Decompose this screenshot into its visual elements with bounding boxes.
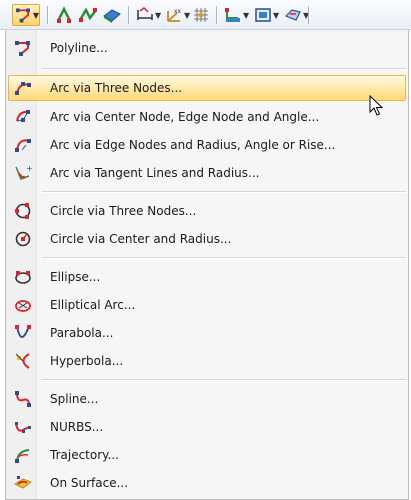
menu-item-trajectory[interactable]: Trajectory... bbox=[8, 442, 406, 468]
menu-separator bbox=[42, 379, 406, 381]
dimension-icon bbox=[137, 7, 153, 20]
menu-item-label: Trajectory... bbox=[50, 448, 119, 462]
menu-item-elliptical-arc[interactable]: Elliptical Arc... bbox=[8, 292, 406, 318]
grid-button[interactable] bbox=[192, 4, 210, 26]
support-icon bbox=[225, 8, 240, 22]
menu-item-label: Arc via Three Nodes... bbox=[50, 81, 183, 95]
menu-item-circle-three-nodes[interactable]: Circle via Three Nodes... bbox=[8, 198, 406, 224]
view-icon bbox=[255, 8, 271, 22]
menu-item-circle-center-radius[interactable]: Circle via Center and Radius... bbox=[8, 226, 406, 252]
chevron-down-icon[interactable]: ▼ bbox=[243, 11, 249, 20]
svg-text:xx: xx bbox=[174, 8, 182, 15]
menu-item-label: Arc via Edge Nodes and Radius, Angle or … bbox=[50, 138, 336, 152]
menu-item-arc-tangent-lines[interactable]: + Arc via Tangent Lines and Radius... bbox=[8, 160, 406, 186]
menu-item-arc-edge-nodes[interactable]: Arc via Edge Nodes and Radius, Angle or … bbox=[8, 132, 406, 158]
nurbs-icon bbox=[15, 422, 31, 433]
toolbar-separator bbox=[216, 6, 218, 24]
on-surface-icon bbox=[14, 476, 32, 489]
visibility-icon bbox=[284, 9, 301, 21]
menu-separator bbox=[42, 191, 406, 193]
menu-item-label: Elliptical Arc... bbox=[50, 298, 136, 312]
members-icon bbox=[56, 6, 72, 23]
members-button[interactable] bbox=[55, 4, 73, 26]
menu-item-label: Arc via Center Node, Edge Node and Angle… bbox=[50, 110, 320, 124]
chevron-down-icon[interactable]: ▼ bbox=[184, 11, 190, 20]
support-button[interactable]: ▼ bbox=[224, 4, 249, 26]
menu-item-label: Polyline... bbox=[50, 41, 108, 55]
arc-tangent-lines-icon: + bbox=[15, 164, 32, 180]
toolbar-separator bbox=[128, 6, 130, 24]
coordinate-system-icon: xx bbox=[167, 8, 182, 22]
mouse-pointer-icon bbox=[369, 95, 383, 116]
parabola-icon bbox=[15, 325, 31, 338]
menu-item-polyline[interactable]: Polyline... bbox=[8, 35, 406, 61]
menu-item-label: On Surface... bbox=[50, 476, 129, 490]
ellipse-icon bbox=[15, 271, 31, 284]
elliptical-arc-icon bbox=[15, 300, 31, 312]
spline-icon bbox=[15, 391, 31, 407]
trajectory-icon bbox=[15, 449, 30, 463]
menu-item-label: Circle via Three Nodes... bbox=[50, 204, 197, 218]
arc-edge-nodes-icon bbox=[15, 139, 31, 152]
line-type-menu: Polyline... Arc via Three Nodes... Arc v… bbox=[5, 30, 409, 500]
dimension-button[interactable]: ▼ bbox=[136, 4, 161, 26]
menu-item-label: Arc via Tangent Lines and Radius... bbox=[50, 166, 260, 180]
menu-separator bbox=[42, 68, 406, 70]
menu-item-label: Ellipse... bbox=[50, 270, 101, 284]
menu-item-ellipse[interactable]: Ellipse... bbox=[8, 264, 406, 290]
menu-separator bbox=[42, 257, 406, 259]
menu-item-label: Circle via Center and Radius... bbox=[50, 232, 232, 246]
line-tool-button[interactable]: ▼ bbox=[12, 4, 40, 26]
surfaces-button[interactable] bbox=[102, 4, 122, 26]
chevron-down-icon[interactable]: ▼ bbox=[33, 11, 39, 20]
member-sets-button[interactable] bbox=[78, 4, 98, 26]
menu-item-nurbs[interactable]: NURBS... bbox=[8, 414, 406, 440]
polyline-icon bbox=[15, 41, 30, 56]
circle-three-nodes-icon bbox=[15, 203, 31, 219]
member-sets-icon bbox=[78, 7, 97, 22]
menu-item-parabola[interactable]: Parabola... bbox=[8, 320, 406, 346]
arc-center-node-icon bbox=[16, 110, 30, 122]
arc-three-nodes-icon bbox=[15, 82, 31, 95]
chevron-down-icon[interactable]: ▼ bbox=[155, 11, 161, 20]
toolbar-separator bbox=[308, 6, 310, 24]
coordinate-system-button[interactable]: xx ▼ bbox=[165, 4, 190, 26]
menu-item-label: Hyperbola... bbox=[50, 354, 124, 368]
line-tool-icon bbox=[15, 8, 30, 23]
view-button[interactable]: ▼ bbox=[254, 4, 279, 26]
menu-item-label: Spline... bbox=[50, 392, 99, 406]
circle-center-radius-icon bbox=[15, 231, 31, 247]
toolbar-separator bbox=[47, 6, 49, 24]
menu-item-arc-three-nodes[interactable]: Arc via Three Nodes... bbox=[8, 75, 406, 101]
svg-text:+: + bbox=[26, 164, 32, 173]
toolbar: ▼ ▼ xx ▼ ▼ ▼ ▼ bbox=[0, 0, 411, 30]
menu-item-spline[interactable]: Spline... bbox=[8, 386, 406, 412]
menu-item-on-surface[interactable]: On Surface... bbox=[8, 470, 406, 496]
menu-item-arc-center-node[interactable]: Arc via Center Node, Edge Node and Angle… bbox=[8, 104, 406, 130]
menu-item-label: Parabola... bbox=[50, 326, 114, 340]
menu-item-label: NURBS... bbox=[50, 420, 104, 434]
grid-icon bbox=[194, 8, 208, 22]
menu-item-hyperbola[interactable]: Hyperbola... bbox=[8, 348, 406, 374]
hyperbola-icon bbox=[15, 353, 30, 369]
visibility-button[interactable]: ▼ bbox=[284, 4, 309, 26]
chevron-down-icon[interactable]: ▼ bbox=[273, 11, 279, 20]
surfaces-icon bbox=[103, 9, 121, 23]
